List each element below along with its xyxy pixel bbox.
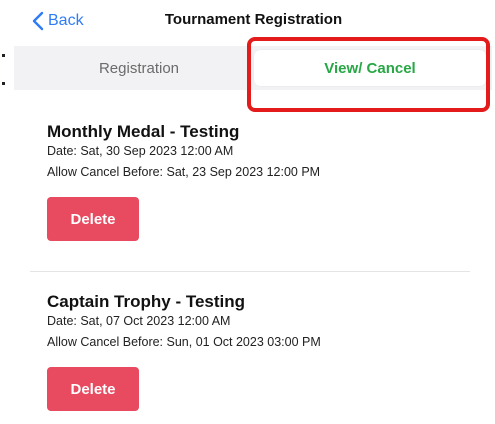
registration-title: Captain Trophy - Testing [47,292,246,311]
tab-registration[interactable]: Registration [54,50,224,86]
registration-item: Captain Trophy - Testing Date: Sat, 07 O… [47,292,467,411]
registration-title: Monthly Medal - Testing [47,122,240,141]
registration-cancel-deadline: Allow Cancel Before: Sun, 01 Oct 2023 03… [47,335,321,349]
registration-date: Date: Sat, 30 Sep 2023 12:00 AM [47,144,234,158]
registration-date: Date: Sat, 07 Oct 2023 12:00 AM [47,314,231,328]
registration-cancel-deadline: Allow Cancel Before: Sat, 23 Sep 2023 12… [47,165,321,179]
item-divider [30,271,470,272]
page-title: Tournament Registration [164,11,343,28]
delete-button[interactable]: Delete [47,367,139,411]
tab-view-cancel[interactable]: View/ Cancel [254,50,486,86]
segmented-control: Registration View/ Cancel [2,46,492,90]
delete-button[interactable]: Delete [47,197,139,241]
navigation-bar: Back Tournament Registration [0,0,495,40]
registration-item: Monthly Medal - Testing Date: Sat, 30 Se… [47,122,467,241]
